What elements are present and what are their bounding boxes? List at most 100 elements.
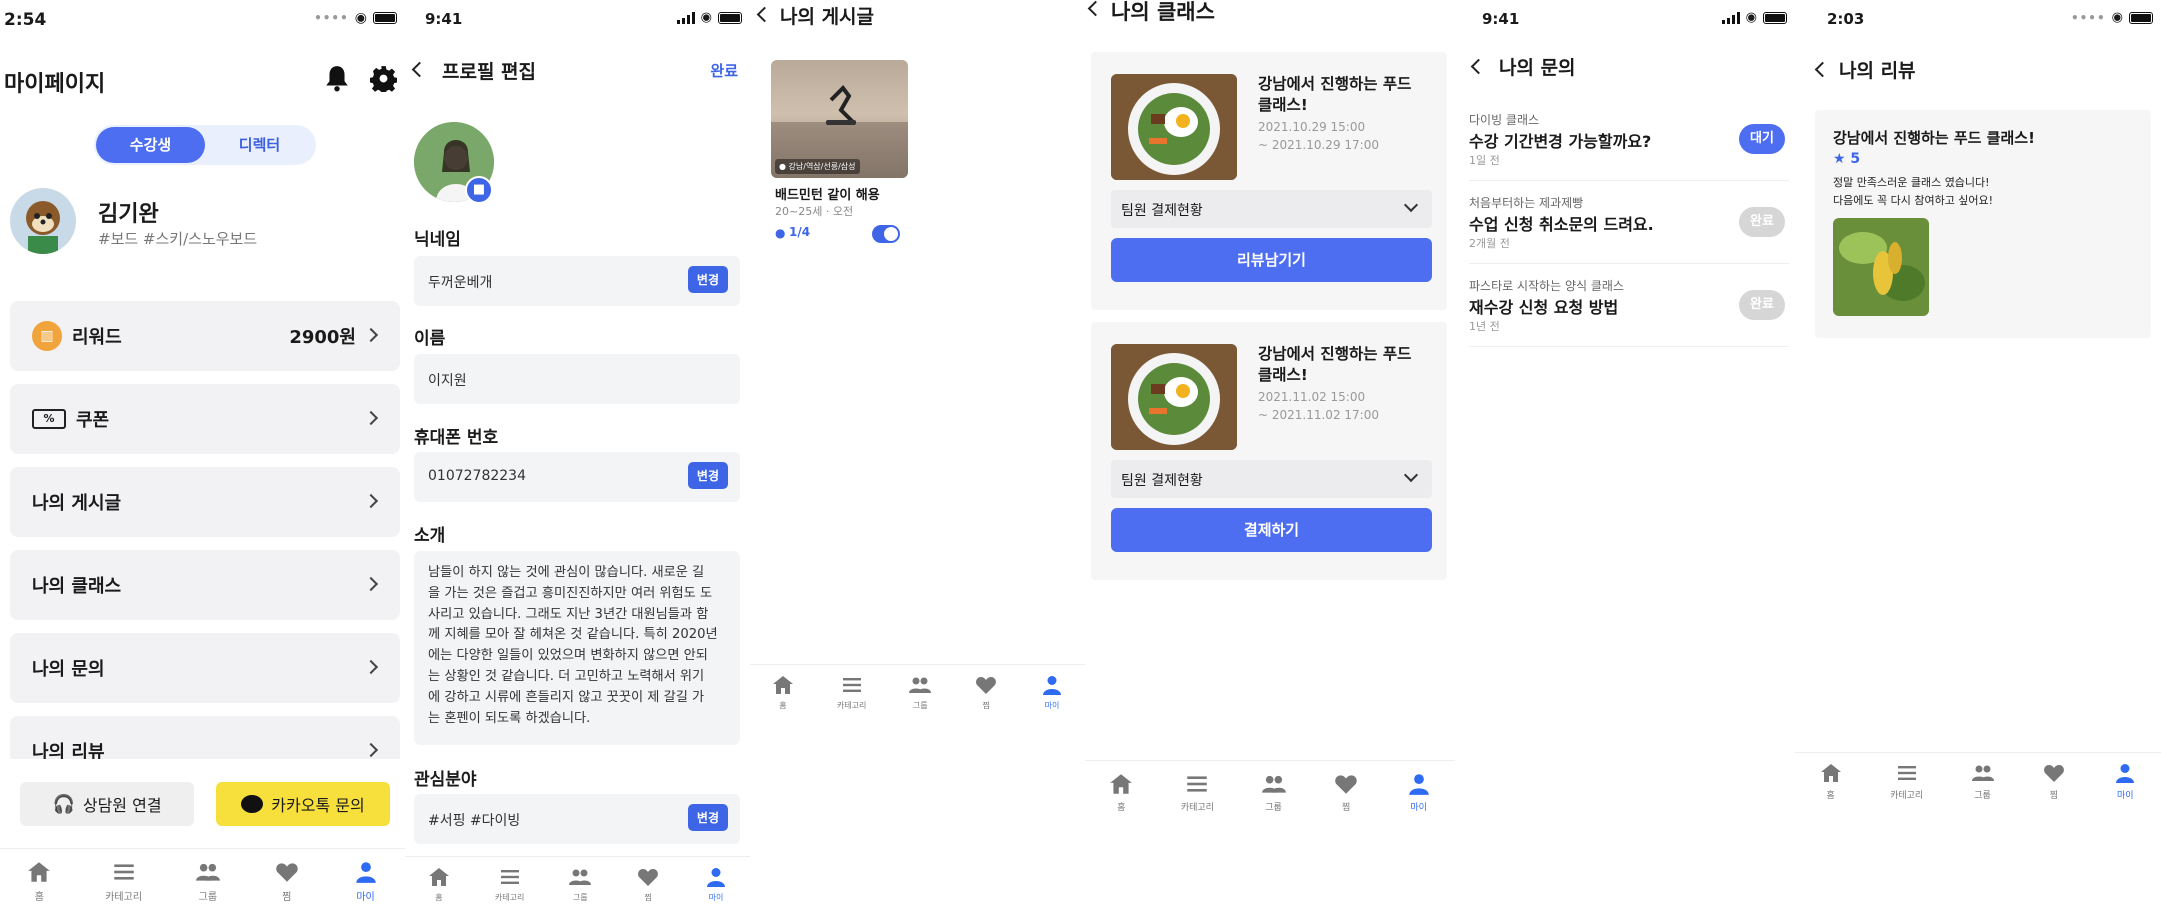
tab-category-label: 카테고리 xyxy=(836,701,867,710)
page-title: 프로필 편집 xyxy=(442,61,537,83)
home-icon xyxy=(771,673,795,697)
wifi-icon: ◉ xyxy=(354,10,367,26)
back-icon[interactable] xyxy=(1087,0,1104,17)
battery-icon xyxy=(1763,11,1787,24)
status-time: 2:54 xyxy=(4,10,47,30)
avatar[interactable] xyxy=(10,188,76,254)
back-icon[interactable] xyxy=(411,61,428,78)
tab-my-label: 마이 xyxy=(2117,791,2134,801)
menu-my-posts[interactable]: 나의 게시글 xyxy=(10,467,400,537)
chevron-right-icon xyxy=(363,576,379,592)
menu-my-classes[interactable]: 나의 클래스 xyxy=(10,550,400,620)
menu-my-inquiries[interactable]: 나의 문의 xyxy=(10,633,400,703)
tab-wishlist[interactable]: 찜 xyxy=(1333,771,1359,826)
post-active-toggle[interactable] xyxy=(872,225,900,243)
post-image: ● 강남/역삼/선릉/삼성 xyxy=(771,60,908,178)
post-card[interactable]: ● 강남/역삼/선릉/삼성 배드민턴 같이 해용 20~25세 · 오전 ● 1… xyxy=(771,60,911,250)
leave-review-button[interactable]: 리뷰남기기 xyxy=(1111,238,1432,282)
tab-category[interactable]: 카테고리 xyxy=(837,673,866,724)
intro-textarea[interactable]: 남들이 하지 않는 것에 관심이 많습니다. 새로운 길 을 가는 것은 즐겁고… xyxy=(414,551,740,745)
name-label: 이름 xyxy=(414,329,446,349)
tab-my[interactable]: 마이 xyxy=(704,865,728,919)
tab-category[interactable]: 카테고리 xyxy=(105,859,142,919)
review-card[interactable]: 강남에서 진행하는 푸드 클래스! ★ 5 정말 만족스러운 클래스 였습니다!… xyxy=(1815,110,2151,338)
tab-group[interactable]: 그룹 xyxy=(195,859,221,919)
name-value: 이지원 xyxy=(428,373,467,389)
tab-home[interactable]: 홈 xyxy=(1819,761,1843,814)
back-icon[interactable] xyxy=(1814,61,1831,78)
gear-icon[interactable] xyxy=(369,65,398,96)
tab-home[interactable]: 홈 xyxy=(427,865,451,919)
pin-icon: ● xyxy=(779,162,786,171)
payment-status-dropdown[interactable]: 팀원 결제현황 xyxy=(1111,190,1432,228)
inquiry-item[interactable]: 처음부터하는 제과제빵 수업 신청 취소문의 드려요. 2개월 전 완료 xyxy=(1469,181,1789,264)
user-tags: #보드 #스키/스노우보드 xyxy=(98,230,258,248)
tab-group[interactable]: 그룹 xyxy=(568,865,592,919)
tab-group[interactable]: 그룹 xyxy=(1971,761,1995,814)
tab-my[interactable]: 마이 xyxy=(2113,761,2137,814)
interest-field[interactable]: #서핑 #다이빙 변경 xyxy=(414,794,740,844)
tab-category[interactable]: 카테고리 xyxy=(1890,761,1923,814)
tab-wishlist[interactable]: 찜 xyxy=(2042,761,2066,814)
back-icon[interactable] xyxy=(756,6,773,23)
nickname-value: 두꺼운베개 xyxy=(428,275,493,291)
done-button[interactable]: 완료 xyxy=(710,60,738,81)
tab-wishlist[interactable]: 찜 xyxy=(974,673,998,724)
review-text-line: 정말 만족스러운 클래스 였습니다! xyxy=(1833,176,1990,189)
bell-icon[interactable] xyxy=(324,64,350,96)
menu-reward[interactable]: ▥ 리워드 2900원 xyxy=(10,301,400,371)
my-inquiries-label: 나의 문의 xyxy=(32,659,105,680)
heart-icon xyxy=(2042,761,2066,785)
tab-group[interactable]: 그룹 xyxy=(908,673,932,724)
tab-home-label: 홈 xyxy=(34,892,44,903)
tab-group[interactable]: 그룹 xyxy=(1261,771,1287,826)
tab-home-label: 홈 xyxy=(779,701,787,710)
phone-field[interactable]: 01072782234 변경 xyxy=(414,452,740,502)
payment-status-dropdown[interactable]: 팀원 결제현황 xyxy=(1111,460,1432,498)
interest-change-button[interactable]: 변경 xyxy=(687,804,728,831)
status-indicators: •••• ◉ xyxy=(2071,10,2153,25)
interest-label: 관심분야 xyxy=(414,770,477,790)
toggle-knob xyxy=(884,227,898,241)
inquiry-item[interactable]: 파스타로 시작하는 양식 클래스 재수강 신청 요청 방법 1년 전 완료 xyxy=(1469,264,1789,347)
heart-icon xyxy=(636,865,660,889)
tab-category[interactable]: 카테고리 xyxy=(1181,771,1214,826)
tab-my[interactable]: 마이 xyxy=(353,859,379,919)
tab-wishlist-label: 찜 xyxy=(282,892,292,903)
tab-home[interactable]: 홈 xyxy=(26,859,52,919)
name-field[interactable]: 이지원 xyxy=(414,354,740,404)
tab-home[interactable]: 홈 xyxy=(1108,771,1134,826)
nickname-field[interactable]: 두꺼운베개 변경 xyxy=(414,256,740,306)
pay-button[interactable]: 결제하기 xyxy=(1111,508,1432,552)
tab-my[interactable]: 마이 xyxy=(1406,771,1432,826)
tab-category[interactable]: 카테고리 xyxy=(495,865,524,919)
tab-my[interactable]: 마이 xyxy=(1040,673,1064,724)
screen-my-classes: 나의 클래스 강남에서 진행하는 푸드 클래스! 2021.10.29 15:0… xyxy=(1085,0,1455,919)
counsel-button[interactable]: 🎧 상담원 연결 xyxy=(20,782,194,826)
phone-change-button[interactable]: 변경 xyxy=(687,462,728,489)
toggle-student[interactable]: 수강생 xyxy=(96,127,205,163)
tab-my-label: 마이 xyxy=(1044,701,1060,710)
nickname-change-button[interactable]: 변경 xyxy=(687,266,728,293)
kakao-button[interactable]: 카카오톡 문의 xyxy=(216,782,390,826)
toggle-director[interactable]: 디렉터 xyxy=(205,127,314,163)
inquiry-item[interactable]: 다이빙 클래스 수강 기간변경 가능할까요? 1일 전 대기 xyxy=(1469,98,1789,181)
intro-line: 는 상황인 것 같습니다. 더 고민하고 노력해서 위기 xyxy=(428,668,705,684)
dropdown-label: 팀원 결제현황 xyxy=(1121,203,1203,219)
tab-home[interactable]: 홈 xyxy=(771,673,795,724)
menu-my-reviews[interactable]: 나의 리뷰 xyxy=(10,716,400,759)
chevron-right-icon xyxy=(363,410,379,426)
menu-coupon[interactable]: % 쿠폰 xyxy=(10,384,400,454)
role-toggle: 수강생 디렉터 xyxy=(94,125,316,165)
class-card: 강남에서 진행하는 푸드 클래스! 2021.10.29 15:00 ~ 202… xyxy=(1091,52,1447,310)
home-icon xyxy=(1108,771,1134,797)
screen-mypage: 2:54 •••• ◉ 마이페이지 수강생 디렉터 김기완 #보드 #스키/스노… xyxy=(0,0,405,919)
class-card: 강남에서 진행하는 푸드 클래스! 2021.11.02 15:00 ~ 202… xyxy=(1091,322,1447,580)
tab-wishlist[interactable]: 찜 xyxy=(636,865,660,919)
review-photo[interactable] xyxy=(1833,218,1929,316)
tab-category-label: 카테고리 xyxy=(494,893,525,902)
tab-wishlist[interactable]: 찜 xyxy=(274,859,300,919)
back-icon[interactable] xyxy=(1470,58,1487,75)
tab-bar: 홈 카테고리 그룹 찜 마이 xyxy=(1085,760,1455,826)
camera-icon[interactable]: ■ xyxy=(465,176,493,204)
